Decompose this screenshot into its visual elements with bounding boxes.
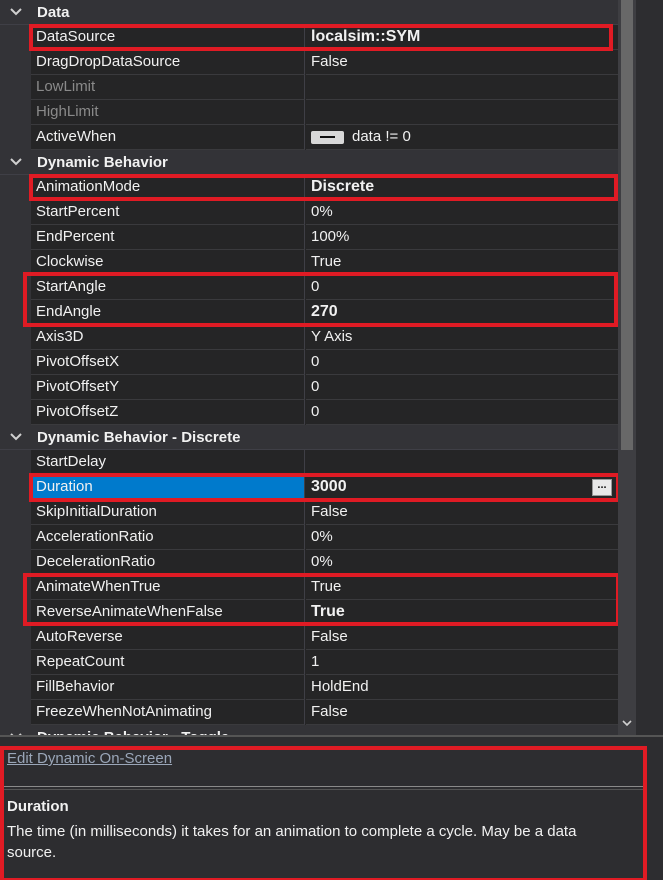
property-name: DataSource bbox=[36, 28, 116, 45]
property-name: FillBehavior bbox=[36, 678, 115, 695]
ellipsis-button[interactable]: ... bbox=[592, 479, 612, 496]
property-value: 1 bbox=[311, 653, 320, 670]
property-name: PivotOffsetZ bbox=[36, 403, 119, 420]
property-row-repeatcount[interactable]: RepeatCount 1 bbox=[0, 650, 618, 675]
property-name: SkipInitialDuration bbox=[36, 503, 157, 520]
property-value: 270 bbox=[311, 303, 338, 320]
property-row-decelerationratio[interactable]: DecelerationRatio 0% bbox=[0, 550, 618, 575]
property-row-axis3d[interactable]: Axis3D Y Axis bbox=[0, 325, 618, 350]
property-row-autoreverse[interactable]: AutoReverse False bbox=[0, 625, 618, 650]
property-value: False bbox=[311, 703, 348, 720]
property-row-pivotoffsetx[interactable]: PivotOffsetX 0 bbox=[0, 350, 618, 375]
property-value: data != 0 bbox=[352, 128, 411, 145]
property-row-lowlimit[interactable]: LowLimit bbox=[0, 75, 618, 100]
property-value: 0 bbox=[311, 278, 320, 295]
property-value: 0 bbox=[311, 403, 320, 420]
property-value: False bbox=[311, 53, 348, 70]
property-name: StartDelay bbox=[36, 453, 107, 470]
property-row-pivotoffsety[interactable]: PivotOffsetY 0 bbox=[0, 375, 618, 400]
category-label: Dynamic Behavior - Discrete bbox=[37, 429, 241, 446]
property-row-animationmode[interactable]: AnimationMode Discrete bbox=[0, 175, 618, 200]
property-name: HighLimit bbox=[36, 103, 99, 120]
description-panel: Edit Dynamic On-Screen Duration The time… bbox=[0, 735, 663, 880]
property-row-duration[interactable]: Duration 3000 ... bbox=[0, 475, 618, 500]
category-dynamic-behavior-toggle[interactable]: Dynamic Behavior - Toggle bbox=[0, 725, 618, 735]
divider bbox=[4, 789, 644, 790]
property-value: True bbox=[311, 578, 342, 595]
property-name: AnimateWhenTrue bbox=[36, 578, 161, 595]
edit-dynamic-onscreen-link[interactable]: Edit Dynamic On-Screen bbox=[7, 750, 172, 767]
property-row-reverseanimatewhenfalse[interactable]: ReverseAnimateWhenFalse True bbox=[0, 600, 618, 625]
property-value: HoldEnd bbox=[311, 678, 369, 695]
scrollbar-thumb[interactable] bbox=[621, 0, 633, 450]
property-row-fillbehavior[interactable]: FillBehavior HoldEnd bbox=[0, 675, 618, 700]
description-title: Duration bbox=[7, 798, 69, 815]
property-name: RepeatCount bbox=[36, 653, 125, 670]
property-row-endangle[interactable]: EndAngle 270 bbox=[0, 300, 618, 325]
property-row-clockwise[interactable]: Clockwise True bbox=[0, 250, 618, 275]
property-value: False bbox=[311, 628, 348, 645]
property-name: DragDropDataSource bbox=[36, 53, 181, 70]
property-value: True bbox=[311, 253, 342, 270]
property-value: False bbox=[311, 503, 348, 520]
property-value: True bbox=[311, 603, 345, 620]
property-name: FreezeWhenNotAnimating bbox=[36, 703, 212, 720]
property-value: 0 bbox=[311, 378, 320, 395]
description-text: The time (in milliseconds) it takes for … bbox=[7, 823, 577, 861]
property-value: 100% bbox=[311, 228, 350, 245]
property-value: 0% bbox=[311, 528, 333, 545]
property-value: 0% bbox=[311, 203, 333, 220]
property-name: AutoReverse bbox=[36, 628, 123, 645]
property-name: Axis3D bbox=[36, 328, 84, 345]
property-name: LowLimit bbox=[36, 78, 96, 95]
property-name: ActiveWhen bbox=[36, 128, 117, 145]
chevron-down-icon[interactable] bbox=[8, 429, 24, 445]
property-value: 0 bbox=[311, 353, 320, 370]
property-value: 0% bbox=[311, 553, 333, 570]
property-row-animatewhentrue[interactable]: AnimateWhenTrue True bbox=[0, 575, 618, 600]
property-name: DecelerationRatio bbox=[36, 553, 156, 570]
property-name: EndPercent bbox=[36, 228, 115, 245]
property-row-startdelay[interactable]: StartDelay bbox=[0, 450, 618, 475]
category-label: Dynamic Behavior bbox=[37, 154, 168, 171]
property-row-freezewhennotanimating[interactable]: FreezeWhenNotAnimating False bbox=[0, 700, 618, 725]
property-grid[interactable]: Data DataSource localsim::SYM DragDropDa… bbox=[0, 0, 618, 735]
property-row-endpercent[interactable]: EndPercent 100% bbox=[0, 225, 618, 250]
vertical-scrollbar[interactable] bbox=[618, 0, 636, 735]
category-dynamic-behavior[interactable]: Dynamic Behavior bbox=[0, 150, 618, 175]
panel-margin bbox=[636, 0, 663, 735]
property-row-datasource[interactable]: DataSource localsim::SYM bbox=[0, 25, 618, 50]
property-name: PivotOffsetY bbox=[36, 378, 120, 395]
divider bbox=[4, 786, 644, 787]
category-label: Dynamic Behavior - Toggle bbox=[37, 725, 229, 735]
property-name: AnimationMode bbox=[36, 178, 141, 195]
category-label: Data bbox=[37, 4, 70, 21]
property-name: StartPercent bbox=[36, 203, 120, 220]
property-value: Y Axis bbox=[311, 328, 353, 345]
category-dynamic-behavior-discrete[interactable]: Dynamic Behavior - Discrete bbox=[0, 425, 618, 450]
chevron-down-icon[interactable] bbox=[8, 4, 24, 20]
property-row-dragdropdatasource[interactable]: DragDropDataSource False bbox=[0, 50, 618, 75]
category-data[interactable]: Data bbox=[0, 0, 618, 25]
property-name: Clockwise bbox=[36, 253, 104, 270]
property-name: AccelerationRatio bbox=[36, 528, 154, 545]
property-row-pivotoffsetz[interactable]: PivotOffsetZ 0 bbox=[0, 400, 618, 425]
chevron-down-icon[interactable] bbox=[8, 154, 24, 170]
property-row-activewhen[interactable]: ActiveWhen data != 0 bbox=[0, 125, 618, 150]
property-row-startpercent[interactable]: StartPercent 0% bbox=[0, 200, 618, 225]
property-name: PivotOffsetX bbox=[36, 353, 120, 370]
property-name: EndAngle bbox=[36, 303, 102, 320]
property-name: ReverseAnimateWhenFalse bbox=[36, 603, 223, 620]
property-row-startangle[interactable]: StartAngle 0 bbox=[0, 275, 618, 300]
property-name: StartAngle bbox=[36, 278, 107, 295]
toggle-icon[interactable] bbox=[311, 131, 344, 144]
property-row-highlimit[interactable]: HighLimit bbox=[0, 100, 618, 125]
scroll-down-arrow-icon[interactable] bbox=[620, 716, 634, 730]
property-row-skipinitialduration[interactable]: SkipInitialDuration False bbox=[0, 500, 618, 525]
property-value: 3000 bbox=[311, 478, 347, 495]
property-value: Discrete bbox=[311, 178, 375, 195]
property-name: Duration bbox=[36, 478, 93, 495]
property-row-accelerationratio[interactable]: AccelerationRatio 0% bbox=[0, 525, 618, 550]
property-value: localsim::SYM bbox=[311, 28, 421, 45]
